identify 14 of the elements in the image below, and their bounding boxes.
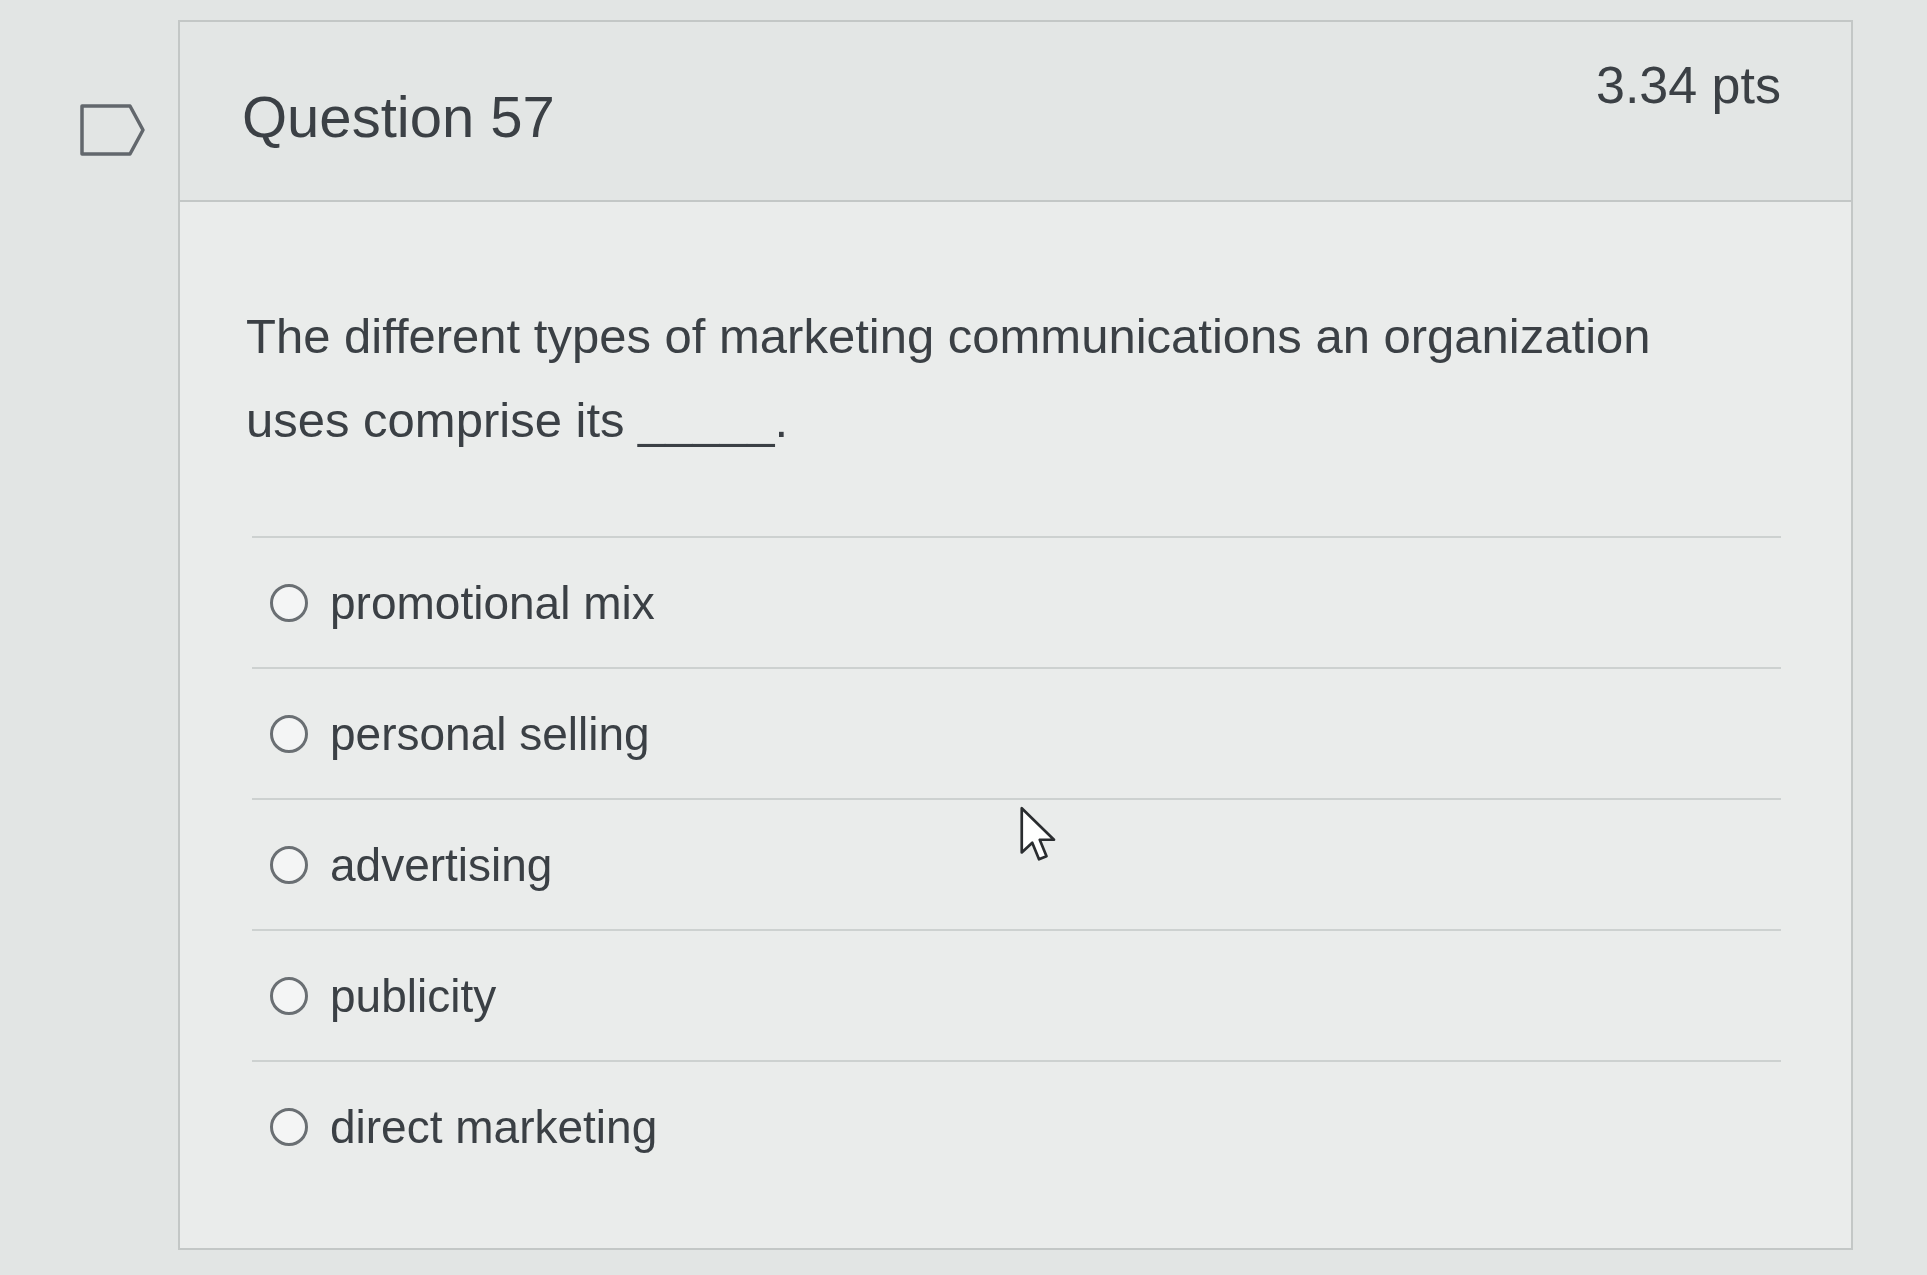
radio-button[interactable] — [270, 583, 308, 622]
radio-button[interactable] — [270, 845, 308, 884]
radio-button[interactable] — [270, 1107, 308, 1146]
points-label: 3.34 pts — [1595, 55, 1781, 116]
answer-option-label[interactable]: personal selling — [330, 705, 650, 762]
answer-option-label[interactable]: advertising — [330, 836, 553, 893]
question-text: The different types of marketing communications an organization uses comprise its _____. — [246, 308, 1652, 449]
answer-option-label[interactable]: publicity — [330, 967, 497, 1024]
radio-button[interactable] — [270, 976, 308, 1015]
radio-button[interactable] — [270, 714, 308, 753]
tag-icon[interactable] — [80, 104, 146, 156]
answer-option-label[interactable]: direct marketing — [330, 1098, 658, 1155]
answer-option-label[interactable]: promotional mix — [330, 574, 655, 631]
question-title: Question 57 — [242, 83, 555, 151]
